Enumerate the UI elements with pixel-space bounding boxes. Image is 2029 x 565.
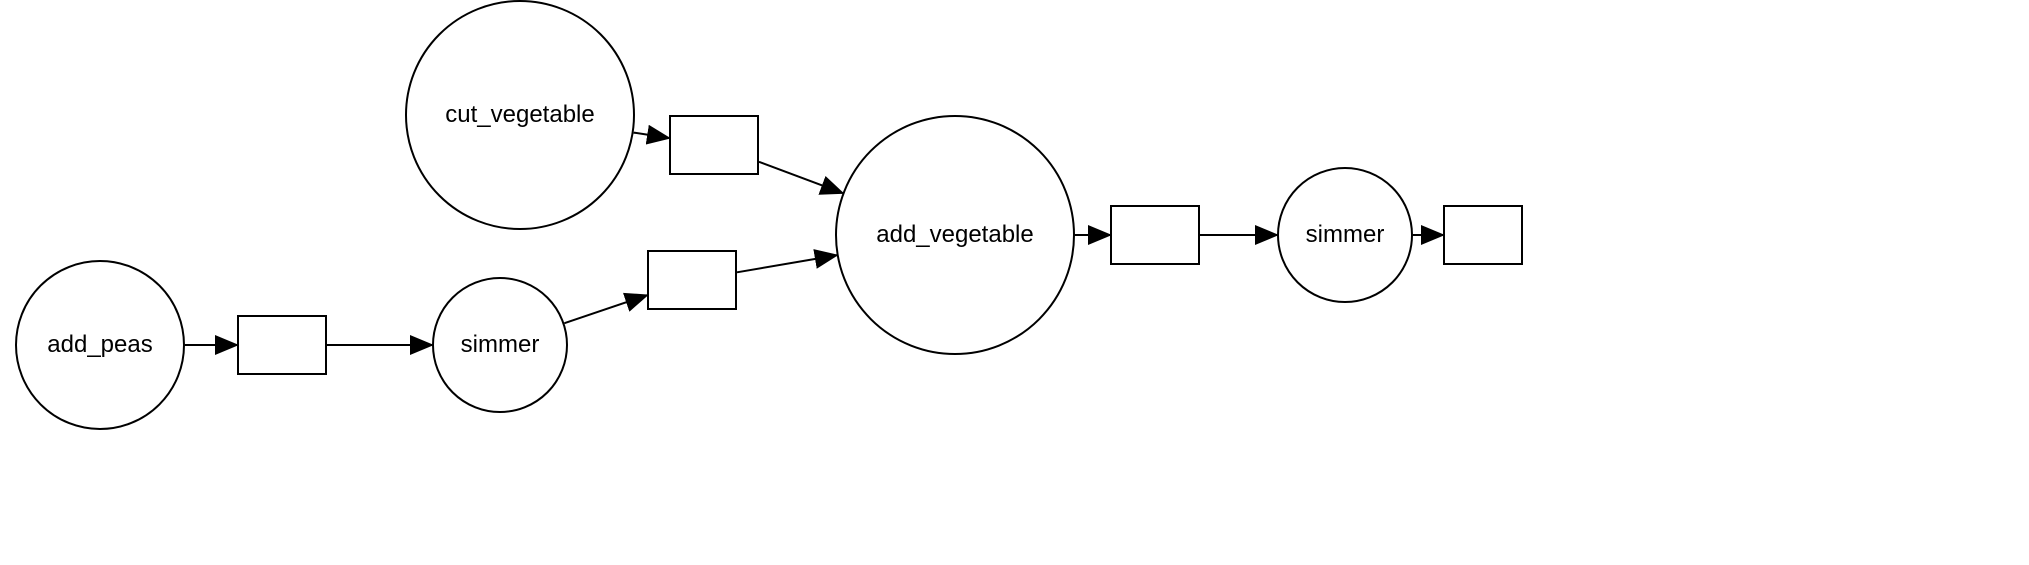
node-add-peas: add_peas: [15, 260, 185, 430]
node-simmer-1: simmer: [432, 277, 568, 413]
node-rect-2: [669, 115, 759, 175]
node-simmer-2: simmer: [1277, 167, 1413, 303]
edge-simmer1-to-rect3: [564, 295, 647, 323]
node-cut-vegetable: cut_vegetable: [405, 0, 635, 230]
node-label-simmer-2: simmer: [1306, 221, 1385, 249]
process-diagram: add_peas simmer cut_vegetable add_vegeta…: [0, 0, 2029, 565]
edge-cut_vegetable-to-rect2: [634, 133, 669, 138]
edge-rect3-to-add_vegetable: [737, 255, 837, 272]
node-label-cut-vegetable: cut_vegetable: [445, 101, 594, 129]
node-rect-5: [1443, 205, 1523, 265]
node-label-simmer-1: simmer: [461, 331, 540, 359]
node-rect-3: [647, 250, 737, 310]
node-add-vegetable: add_vegetable: [835, 115, 1075, 355]
node-label-add-vegetable: add_vegetable: [876, 221, 1033, 249]
edge-rect2-to-add_vegetable: [759, 162, 843, 193]
node-rect-4: [1110, 205, 1200, 265]
node-label-add-peas: add_peas: [47, 331, 152, 359]
node-rect-1: [237, 315, 327, 375]
